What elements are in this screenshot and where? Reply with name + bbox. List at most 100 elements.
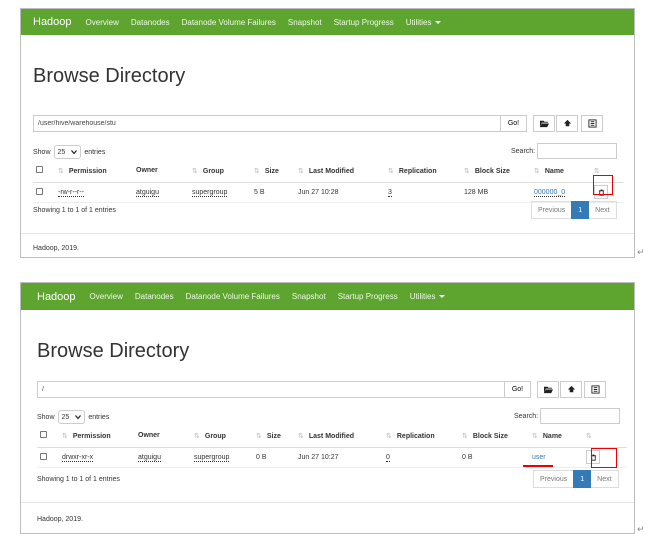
nav-startup-progress[interactable]: Startup Progress [334,18,394,27]
sort-icon: ⇅ [194,432,200,440]
nav-snapshot[interactable]: Snapshot [288,18,322,27]
entries-select[interactable]: 25 [57,410,86,424]
row-modified: Jun 27 10:27 [295,447,383,468]
col-permission[interactable]: ⇅ Permission [55,160,133,183]
row-group[interactable]: supergroup [194,453,230,462]
search-control: Search: [511,143,618,159]
entries-label: entries [88,413,110,421]
path-input[interactable] [37,381,505,398]
previous-button[interactable]: Previous [533,470,574,488]
footer-divider [21,233,634,234]
col-block-size[interactable]: ⇅ Block Size [459,425,529,448]
row-name-cell: user [529,447,583,468]
create-directory-button[interactable] [533,115,555,132]
col-group-label: Group [202,167,224,175]
table-header: ⇅ Permission Owner ⇅ Group ⇅ Size ⇅ Last Mod… [37,425,627,448]
select-all-header[interactable] [33,160,55,183]
row-name-link[interactable]: user [532,454,546,461]
col-size[interactable]: ⇅ Size [253,425,295,448]
col-modified[interactable]: ⇅ Last Modified [295,425,383,448]
upload-button[interactable] [556,115,578,132]
show-label: Show [37,413,55,421]
col-group[interactable]: ⇅ Group [189,160,251,183]
folder-open-icon [543,386,553,394]
col-replication[interactable]: ⇅ Replication [385,160,461,183]
nav-utilities-label: Utilities [405,17,432,27]
row-owner[interactable]: atguigu [138,453,161,462]
file-table: ⇅ Permission Owner ⇅ Group ⇅ Size ⇅ Last Mod… [33,160,623,203]
row-permission[interactable]: -rw-r--r-- [58,188,85,197]
navbar: Hadoop Overview Datanodes Datanode Volum… [21,9,634,35]
nav-overview[interactable]: Overview [86,18,119,27]
search-control: Search: [514,408,621,424]
upload-button[interactable] [560,381,582,398]
col-size[interactable]: ⇅ Size [251,160,295,183]
col-replication[interactable]: ⇅ Replication [383,425,459,448]
col-name[interactable]: ⇅ Name [529,425,583,448]
nav-utilities[interactable]: Utilities [410,292,445,301]
create-directory-button[interactable] [537,381,559,398]
col-owner[interactable]: Owner [133,160,189,183]
nav-datanodes[interactable]: Datanodes [135,292,174,301]
pagination: Previous 1 Next [531,201,617,219]
sort-icon: ⇅ [62,432,68,440]
cut-paste-button[interactable] [584,381,606,398]
nav-startup-progress[interactable]: Startup Progress [338,292,398,301]
sort-icon: ⇅ [462,432,468,440]
nav-snapshot[interactable]: Snapshot [292,292,326,301]
row-checkbox[interactable] [40,452,47,460]
row-name-cell: 000000_0 [531,182,591,203]
go-button[interactable]: Go! [505,381,531,398]
page-1-button[interactable]: 1 [573,470,592,488]
table-row: -rw-r--r-- atguigu supergroup 5 B Jun 27… [33,182,623,203]
nav-utilities-label: Utilities [409,292,436,301]
page-1-button[interactable]: 1 [571,201,590,219]
navbar: Hadoop Overview Datanodes Datanode Volum… [21,283,634,310]
search-input[interactable] [537,143,618,159]
brand-link[interactable]: Hadoop [33,16,72,28]
row-permission[interactable]: drwxr-xr-x [62,453,94,462]
return-mark: ↵ [637,247,645,257]
select-all-checkbox[interactable] [36,166,43,174]
path-input[interactable] [33,115,501,132]
col-block-size[interactable]: ⇅ Block Size [461,160,531,183]
nav-datanodes[interactable]: Datanodes [131,18,170,27]
row-owner-cell: atguigu [133,182,189,203]
brand-link[interactable]: Hadoop [37,291,76,303]
cut-paste-button[interactable] [581,115,603,132]
row-replication[interactable]: 3 [388,188,392,197]
caret-down-icon [438,295,445,299]
col-owner[interactable]: Owner [135,425,191,448]
row-owner[interactable]: atguigu [136,188,159,197]
row-modified: Jun 27 10:28 [295,182,385,203]
nav-volume-failures[interactable]: Datanode Volume Failures [182,18,276,27]
col-permission[interactable]: ⇅ Permission [59,425,135,448]
next-button[interactable]: Next [589,201,617,219]
search-input[interactable] [540,408,621,424]
go-button[interactable]: Go! [501,115,527,132]
next-button[interactable]: Next [591,470,619,488]
previous-button[interactable]: Previous [531,201,572,219]
path-group: Go! [33,115,527,132]
col-name-label: Name [544,167,564,175]
sort-icon: ⇅ [256,432,262,440]
entries-value: 25 [57,148,66,156]
row-name-link[interactable]: 000000_0 [534,188,566,197]
row-owner-cell: atguigu [135,447,191,468]
col-actions: ⇅ [583,425,627,448]
entries-select[interactable]: 25 [53,145,82,159]
nav-overview[interactable]: Overview [90,292,123,301]
col-modified[interactable]: ⇅ Last Modified [295,160,385,183]
col-name[interactable]: ⇅ Name [531,160,591,183]
col-size-label: Size [264,167,279,175]
select-all-header[interactable] [37,425,59,448]
nav-utilities[interactable]: Utilities [406,18,441,27]
col-group[interactable]: ⇅ Group [191,425,253,448]
row-block-size: 0 B [459,447,529,468]
row-group[interactable]: supergroup [192,188,228,197]
nav-volume-failures[interactable]: Datanode Volume Failures [186,292,280,301]
row-replication[interactable]: 0 [386,453,390,462]
select-all-checkbox[interactable] [40,431,47,439]
col-permission-label: Permission [72,432,111,440]
row-checkbox[interactable] [36,187,43,195]
